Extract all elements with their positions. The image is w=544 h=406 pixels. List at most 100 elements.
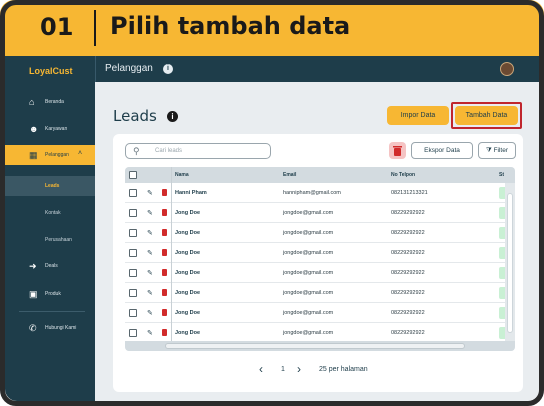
delete-icon[interactable]	[162, 269, 167, 276]
delete-icon[interactable]	[162, 329, 167, 336]
edit-icon[interactable]: ✎	[147, 329, 153, 337]
home-icon: ⌂	[29, 97, 35, 107]
sidebar-item-deals[interactable]: ➜ Deals	[5, 256, 95, 276]
edit-icon[interactable]: ✎	[147, 209, 153, 217]
edit-icon[interactable]: ✎	[147, 189, 153, 197]
cell-email: jongdoe@gmail.com	[283, 210, 334, 216]
cell-phone: 08229292922	[391, 230, 425, 236]
edit-icon[interactable]: ✎	[147, 289, 153, 297]
row-checkbox[interactable]	[129, 209, 137, 217]
sidebar-item-produk[interactable]: ▣ Produk	[5, 284, 95, 304]
cell-email: jongdoe@gmail.com	[283, 290, 334, 296]
search-input[interactable]: ⚲ Cari leads	[125, 143, 271, 159]
row-checkbox[interactable]	[129, 229, 137, 237]
sidebar-item-label: Karyawan	[45, 126, 68, 132]
sidebar-subitem-perusahaan[interactable]: Perusahaan	[5, 230, 95, 250]
delete-icon[interactable]	[162, 249, 167, 256]
chevron-up-icon: ˄	[78, 150, 83, 157]
topbar-divider	[95, 56, 96, 82]
delete-icon[interactable]	[162, 189, 167, 196]
avatar[interactable]	[500, 62, 514, 76]
leads-heading: Leads	[113, 107, 157, 125]
delete-icon[interactable]	[162, 309, 167, 316]
column-header-phone: No Telpon	[391, 172, 416, 178]
table-row[interactable]: ✎ Hanni Pham hannipham@gmail.com 0821312…	[125, 183, 507, 203]
edit-icon[interactable]: ✎	[147, 269, 153, 277]
users-icon: ☻	[29, 124, 39, 134]
row-checkbox[interactable]	[129, 249, 137, 257]
sidebar-item-label: Beranda	[45, 99, 64, 105]
sidebar-subitem-kontak[interactable]: Kontak	[5, 203, 95, 223]
delete-icon[interactable]	[162, 289, 167, 296]
leads-table: Nama Email No Telpon St ✎ Hanni Pham han…	[125, 167, 515, 351]
info-icon[interactable]: i	[167, 111, 178, 122]
sidebar-item-karyawan[interactable]: ☻ Karyawan	[5, 119, 95, 139]
select-all-checkbox[interactable]	[129, 171, 137, 179]
row-checkbox[interactable]	[129, 269, 137, 277]
edit-icon[interactable]: ✎	[147, 229, 153, 237]
cell-phone: 08229292922	[391, 310, 425, 316]
per-page-select[interactable]: 25 per halaman	[319, 366, 368, 373]
export-data-button[interactable]: Ekspor Data	[411, 142, 473, 159]
cell-phone: 08229292922	[391, 250, 425, 256]
row-checkbox[interactable]	[129, 309, 137, 317]
column-header-status: St	[499, 172, 504, 178]
filter-button[interactable]: ⧩ Filter	[478, 142, 516, 159]
sidebar: LoyalCust ⌂ Beranda ☻ Karyawan ▦ Pelangg…	[5, 56, 95, 401]
cell-name: Jong Doe	[175, 230, 201, 236]
row-checkbox[interactable]	[129, 329, 137, 337]
page-number[interactable]: 1	[281, 366, 285, 373]
import-data-button[interactable]: Impor Data	[387, 106, 449, 125]
sidebar-subitem-leads[interactable]: Leads	[5, 176, 95, 196]
column-header-email: Email	[283, 172, 297, 178]
table-row[interactable]: ✎ Jong Doe jongdoe@gmail.com 08229292922	[125, 263, 507, 283]
sidebar-item-hubungi-kami[interactable]: ✆ Hubungi Kami	[5, 318, 95, 338]
row-checkbox[interactable]	[129, 189, 137, 197]
cell-name: Jong Doe	[175, 330, 201, 336]
vertical-scroll-thumb[interactable]	[507, 193, 513, 333]
bulk-delete-button[interactable]	[389, 142, 406, 159]
delete-icon[interactable]	[162, 229, 167, 236]
edit-icon[interactable]: ✎	[147, 249, 153, 257]
app-logo: LoyalCust	[29, 66, 73, 76]
sidebar-item-label: Hubungi Kami	[45, 325, 77, 331]
deals-icon: ➜	[29, 261, 37, 271]
table-row[interactable]: ✎ Jong Doe jongdoe@gmail.com 08229292922	[125, 223, 507, 243]
table-row[interactable]: ✎ Jong Doe jongdoe@gmail.com 08229292922	[125, 283, 507, 303]
cell-email: jongdoe@gmail.com	[283, 330, 334, 336]
sidebar-subitem-label: Perusahaan	[45, 237, 72, 243]
cell-name: Jong Doe	[175, 250, 201, 256]
table-row[interactable]: ✎ Jong Doe jongdoe@gmail.com 08229292922	[125, 303, 507, 323]
cell-name: Jong Doe	[175, 270, 201, 276]
box-icon: ▣	[29, 289, 38, 299]
sidebar-divider	[19, 311, 85, 312]
banner-divider	[94, 10, 96, 46]
delete-icon[interactable]	[162, 209, 167, 216]
sidebar-item-label: Produk	[45, 291, 61, 297]
sidebar-item-pelanggan[interactable]: ▦ Pelanggan ˄	[5, 145, 95, 165]
cell-name: Hanni Pham	[175, 190, 207, 196]
cell-email: jongdoe@gmail.com	[283, 250, 334, 256]
next-page-icon[interactable]: ›	[297, 362, 301, 376]
horizontal-scroll-thumb[interactable]	[165, 343, 465, 349]
prev-page-icon[interactable]: ‹	[259, 362, 263, 376]
table-row[interactable]: ✎ Jong Doe jongdoe@gmail.com 08229292922	[125, 323, 507, 343]
page-title: Pelanggan	[105, 63, 153, 74]
sidebar-item-label: Deals	[45, 263, 58, 269]
cell-email: jongdoe@gmail.com	[283, 270, 334, 276]
info-icon[interactable]: i	[163, 64, 173, 74]
step-banner: 01 Pilih tambah data	[0, 0, 544, 56]
search-icon: ⚲	[133, 146, 140, 156]
cell-email: hannipham@gmail.com	[283, 190, 341, 196]
sidebar-item-beranda[interactable]: ⌂ Beranda	[5, 92, 95, 112]
table-row[interactable]: ✎ Jong Doe jongdoe@gmail.com 08229292922	[125, 243, 507, 263]
table-row[interactable]: ✎ Jong Doe jongdoe@gmail.com 08229292922	[125, 203, 507, 223]
cell-phone: 08229292922	[391, 330, 425, 336]
tutorial-frame: 01 Pilih tambah data LoyalCust ⌂ Beranda…	[0, 0, 544, 406]
cell-phone: 08229292922	[391, 270, 425, 276]
sidebar-subitem-label: Leads	[45, 183, 60, 189]
app-window: LoyalCust ⌂ Beranda ☻ Karyawan ▦ Pelangg…	[5, 56, 539, 401]
row-checkbox[interactable]	[129, 289, 137, 297]
sidebar-subitem-label: Kontak	[45, 210, 61, 216]
edit-icon[interactable]: ✎	[147, 309, 153, 317]
